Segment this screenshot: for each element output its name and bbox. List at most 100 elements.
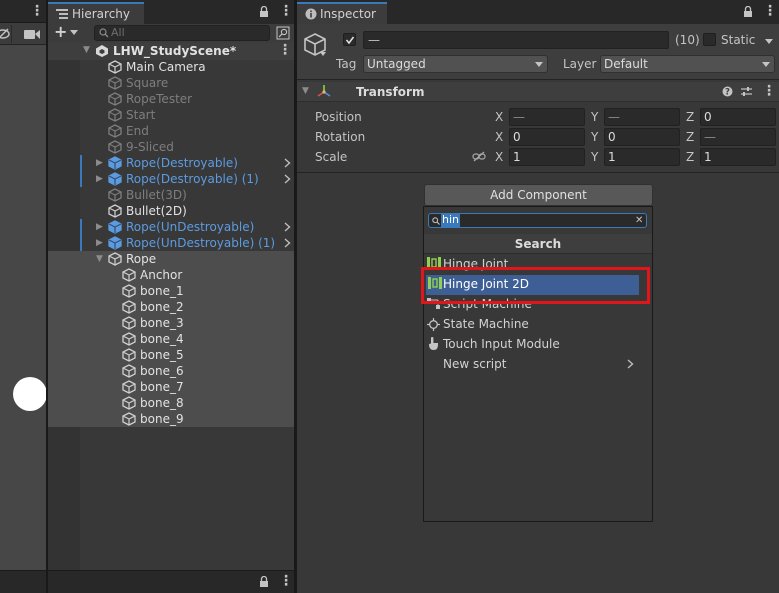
foldout-collapsed-icon[interactable]: ▶ (96, 222, 103, 232)
panel-divider[interactable] (294, 0, 297, 593)
lock-icon[interactable] (743, 6, 753, 18)
chevron-down-icon[interactable] (70, 30, 78, 35)
hierarchy-row[interactable]: Main Camera (48, 59, 294, 75)
svg-text:?: ? (725, 88, 730, 97)
kebab-menu-icon[interactable]: ⋮ (279, 3, 293, 19)
add-component-button[interactable]: Add Component (424, 184, 653, 206)
chevron-right-icon[interactable] (284, 158, 291, 168)
gameobject-cube-icon (108, 188, 122, 202)
rotation-y-field[interactable]: 0 (604, 128, 680, 146)
hierarchy-row[interactable]: ▶ Rope(Destroyable) (1) (48, 171, 294, 187)
hierarchy-panel: Hierarchy ⋮ + All ▼ LHW_StudyScene* ⋮ Ma… (48, 0, 294, 593)
hierarchy-row[interactable]: Anchor (48, 267, 294, 283)
component-search-input[interactable]: hin ✕ (428, 213, 647, 228)
white-circle-sprite[interactable] (13, 377, 47, 411)
hierarchy-item-label: Start (126, 108, 156, 122)
foldout-collapsed-icon[interactable]: ▶ (96, 158, 103, 168)
hierarchy-row[interactable]: End (48, 123, 294, 139)
kebab-menu-icon[interactable]: ⋮ (278, 42, 292, 58)
kebab-menu-icon[interactable]: ⋮ (763, 3, 777, 19)
rotation-z-field[interactable]: — (700, 128, 776, 146)
hierarchy-row[interactable]: ▶ Rope(UnDestroyable) (1) (48, 235, 294, 251)
position-y-field[interactable]: — (604, 108, 680, 126)
preset-sliders-icon[interactable] (741, 86, 752, 97)
hierarchy-item-label: Bullet(2D) (126, 204, 187, 218)
rotation-x-field[interactable]: 0 (509, 128, 585, 146)
hierarchy-row[interactable]: Square (48, 75, 294, 91)
hierarchy-row[interactable]: bone_4 (48, 331, 294, 347)
hierarchy-row[interactable]: Start (48, 107, 294, 123)
layer-dropdown[interactable]: Default (600, 55, 775, 73)
component-item-touch-input-module[interactable]: Touch Input Module (424, 335, 652, 355)
component-item-state-machine[interactable]: State Machine (424, 315, 652, 335)
foldout-collapsed-icon[interactable]: ▶ (96, 174, 103, 184)
panel-divider[interactable] (46, 0, 48, 593)
scale-x-field[interactable]: 1 (509, 148, 585, 166)
hierarchy-row[interactable]: 9-Sliced (48, 139, 294, 155)
foldout-collapsed-icon[interactable]: ▶ (96, 238, 103, 248)
kebab-menu-icon[interactable]: ⋮ (30, 3, 44, 19)
component-search-value: hin (441, 213, 460, 227)
kebab-menu-icon[interactable]: ⋮ (762, 83, 776, 99)
hierarchy-row[interactable]: Bullet(2D) (48, 203, 294, 219)
kebab-menu-icon[interactable]: ⋮ (279, 573, 293, 589)
component-item-new-script[interactable]: New script (424, 355, 652, 375)
static-dropdown-icon[interactable] (765, 39, 773, 44)
scale-y-field[interactable]: 1 (604, 148, 680, 166)
lock-icon[interactable] (259, 6, 269, 18)
hierarchy-search-input[interactable]: All (94, 25, 270, 41)
lock-icon[interactable] (259, 576, 269, 588)
transform-body: Position X — Y — Z 0 Rotation X 0 Y 0 Z … (297, 103, 779, 170)
transform-header[interactable]: ▼ Transform ? ⋮ (297, 82, 779, 102)
icon-dropdown-icon[interactable] (320, 52, 326, 56)
chevron-right-icon (627, 359, 634, 369)
hierarchy-bottom-bar: ⋮ (48, 570, 294, 593)
tag-dropdown[interactable]: Untagged (363, 55, 548, 73)
hierarchy-row[interactable]: ▶ Rope(Destroyable) (48, 155, 294, 171)
constrain-proportions-link-icon[interactable] (472, 151, 486, 162)
hierarchy-row[interactable]: bone_3 (48, 315, 294, 331)
add-object-button[interactable]: + (54, 24, 67, 40)
eye-slash-icon[interactable] (0, 27, 10, 41)
hierarchy-row[interactable]: Bullet(3D) (48, 187, 294, 203)
hierarchy-row[interactable]: bone_7 (48, 379, 294, 395)
hierarchy-item-label: bone_5 (140, 348, 184, 362)
chevron-right-icon[interactable] (284, 222, 291, 232)
axis-z-label: Z (686, 130, 695, 144)
chevron-right-icon[interactable] (284, 238, 291, 248)
camera-icon[interactable] (24, 29, 42, 40)
scene-root-row[interactable]: ▼ LHW_StudyScene* ⋮ (48, 42, 294, 60)
tab-inspector[interactable]: Inspector (297, 2, 387, 24)
scale-z-field[interactable]: 1 (700, 148, 776, 166)
hierarchy-row[interactable]: bone_8 (48, 395, 294, 411)
hierarchy-row[interactable]: RopeTester (48, 91, 294, 107)
prefab-cube-icon (108, 236, 122, 250)
gameobject-cube-icon (108, 140, 122, 154)
scene-tab-bar: ⋮ (0, 0, 46, 23)
position-x-field[interactable]: — (509, 108, 585, 126)
hierarchy-row[interactable]: ▶ Rope(UnDestroyable) (48, 219, 294, 235)
foldout-expanded-icon[interactable]: ▼ (83, 45, 90, 55)
tab-hierarchy[interactable]: Hierarchy (48, 2, 144, 24)
static-checkbox[interactable] (703, 33, 716, 46)
hierarchy-row[interactable]: bone_1 (48, 283, 294, 299)
position-z-field[interactable]: 0 (700, 108, 776, 126)
foldout-expanded-icon[interactable]: ▼ (302, 86, 309, 96)
foldout-expanded-icon[interactable]: ▼ (96, 254, 103, 264)
hierarchy-item-label: Bullet(3D) (126, 188, 187, 202)
clear-search-icon[interactable]: ✕ (635, 213, 643, 229)
chevron-right-icon[interactable] (284, 174, 291, 184)
hierarchy-row[interactable]: bone_6 (48, 363, 294, 379)
active-checkbox[interactable] (343, 33, 356, 46)
hierarchy-row[interactable]: bone_9 (48, 411, 294, 427)
hierarchy-row[interactable]: bone_2 (48, 299, 294, 315)
help-icon[interactable]: ? (722, 86, 733, 97)
search-placeholder: All (111, 26, 125, 39)
scene-view[interactable]: ⋮ (0, 0, 47, 593)
hierarchy-row[interactable]: bone_5 (48, 347, 294, 363)
unity-scene-icon (96, 45, 108, 57)
hierarchy-row[interactable]: ▼ Rope (48, 251, 294, 267)
scene-viewport[interactable] (0, 45, 47, 570)
search-scene-icon[interactable] (276, 26, 290, 40)
object-name-field[interactable]: — (363, 31, 669, 49)
